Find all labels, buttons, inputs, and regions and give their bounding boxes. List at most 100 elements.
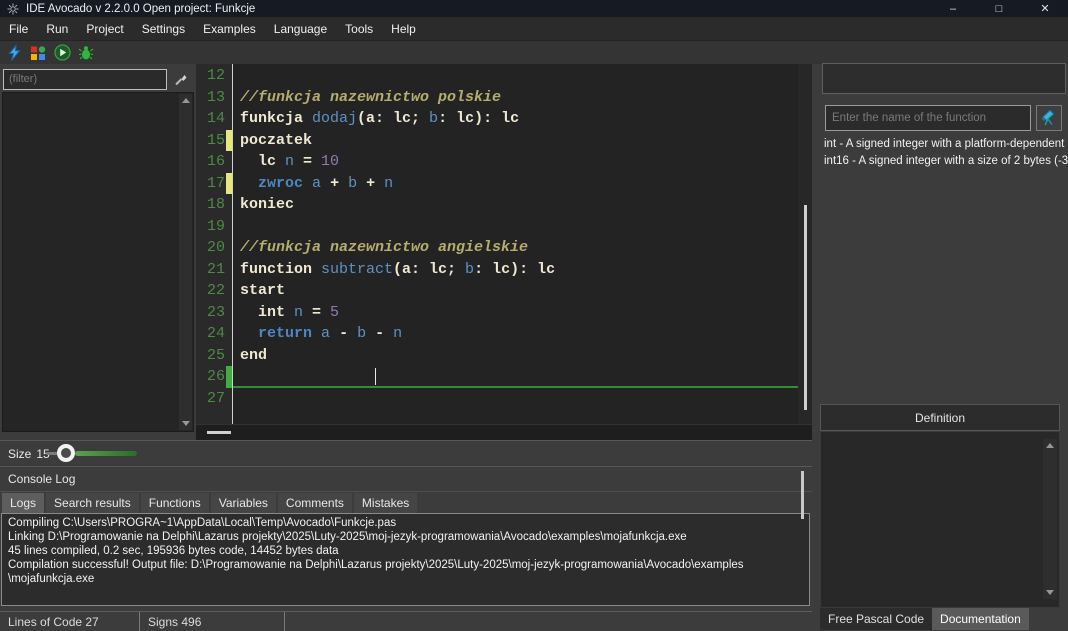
text-cursor [375,368,376,385]
clear-filter-icon[interactable] [170,68,192,90]
tab-mistakes[interactable]: Mistakes [354,493,417,513]
code-text: koniec [233,194,798,216]
scrollbar-thumb[interactable] [207,431,231,434]
menu-help[interactable]: Help [382,22,425,36]
scrollbar-thumb[interactable] [804,205,807,410]
gutter-marker-space [226,280,232,302]
telescope-icon [1040,109,1058,127]
definition-header: Definition [820,404,1060,431]
menu-tools[interactable]: Tools [336,22,382,36]
gutter-marker-space [226,237,232,259]
type-list-item[interactable]: int - A signed integer with a platform-d… [822,136,1068,153]
code-line-27[interactable]: 27 [196,388,798,410]
code-text [233,216,798,238]
tab-logs[interactable]: Logs [2,493,44,513]
code-text: lc n = 10 [233,151,798,173]
code-text: zwroc a + b + n [233,173,798,195]
current-line-marker [226,366,232,388]
gutter-marker-space [226,345,232,367]
gutter-marker-space [226,388,232,410]
slider-thumb[interactable] [57,444,75,462]
code-line-19[interactable]: 19 [196,216,798,238]
filter-input[interactable] [3,69,167,90]
scroll-up-icon[interactable] [1046,443,1054,448]
code-line-24[interactable]: 24 return a - b - n [196,323,798,345]
menu-examples[interactable]: Examples [194,22,265,36]
minimize-button[interactable]: – [930,0,976,17]
code-text [233,65,798,87]
line-number: 16 [196,151,226,173]
documentation-scrollbar[interactable] [1043,439,1057,599]
editor-horizontal-scrollbar[interactable] [196,424,812,440]
menu-project[interactable]: Project [77,22,132,36]
console-log-output[interactable]: Compiling C:\Users\PROGRA~1\AppData\Loca… [1,513,810,606]
type-list: int - A signed integer with a platform-d… [822,136,1068,402]
code-line-17[interactable]: 17 zwroc a + b + n [196,173,798,195]
code-line-14[interactable]: 14 funkcja dodaj(a: lc; b: lc): lc [196,108,798,130]
code-editor[interactable]: 1213//funkcja nazewnictwo polskie14 funkc… [196,64,812,440]
line-number: 18 [196,194,226,216]
font-size-slider[interactable] [46,441,141,466]
status-item: Signs 496 [140,612,285,631]
editor-vertical-scrollbar[interactable] [798,64,812,424]
toolbar [0,41,1068,64]
symbol-tree[interactable] [2,92,194,432]
log-line: Linking D:\Programowanie na Delphi\Lazar… [8,530,803,544]
scroll-down-icon[interactable] [182,421,190,426]
tree-scrollbar[interactable] [179,94,192,430]
log-line: Compiling C:\Users\PROGRA~1\AppData\Loca… [8,516,803,530]
gutter-marker-space [226,216,232,238]
window-controls: –□✕ [930,0,1068,17]
code-line-18[interactable]: 18 koniec [196,194,798,216]
maximize-button[interactable]: □ [976,0,1022,17]
tab-search-results[interactable]: Search results [46,493,139,513]
code-text: //funkcja nazewnictwo polskie [233,87,798,109]
tab-comments[interactable]: Comments [278,493,352,513]
type-list-item[interactable]: int16 - A signed integer with a size of … [822,153,1068,170]
gutter-marker-space [226,194,232,216]
code-line-21[interactable]: 21function subtract(a: lc; b: lc): lc [196,259,798,281]
code-line-13[interactable]: 13//funkcja nazewnictwo polskie [196,87,798,109]
menu-file[interactable]: File [0,22,37,36]
tab-documentation[interactable]: Documentation [932,608,1029,630]
code-line-20[interactable]: 20//funkcja nazewnictwo angielskie [196,237,798,259]
compile-icon[interactable] [5,44,23,62]
menu-language[interactable]: Language [265,22,336,36]
code-line-12[interactable]: 12 [196,65,798,87]
scroll-up-icon[interactable] [182,98,190,103]
code-line-22[interactable]: 22start [196,280,798,302]
code-text: //funkcja nazewnictwo angielskie [233,237,798,259]
debug-icon[interactable] [77,44,95,62]
tab-variables[interactable]: Variables [211,493,276,513]
line-number: 26 [196,366,226,388]
line-number: 19 [196,216,226,238]
code-line-23[interactable]: 23 int n = 5 [196,302,798,324]
gutter-marker-space [226,151,232,173]
close-button[interactable]: ✕ [1022,0,1068,17]
slider-fill [75,451,137,456]
size-label: Size [8,447,31,461]
code-line-26[interactable]: 26 [196,366,798,388]
app-icon [7,3,19,15]
code-line-15[interactable]: 15poczatek [196,130,798,152]
code-text: return a - b - n [233,323,798,345]
open-project-icon[interactable] [29,44,47,62]
documentation-tabs: Free Pascal CodeDocumentation [820,608,1068,630]
line-number: 14 [196,108,226,130]
scroll-down-icon[interactable] [1046,590,1054,595]
tab-functions[interactable]: Functions [141,493,209,513]
tab-free-pascal-code[interactable]: Free Pascal Code [820,608,932,630]
code-line-16[interactable]: 16 lc n = 10 [196,151,798,173]
line-number: 25 [196,345,226,367]
menu-run[interactable]: Run [37,22,77,36]
code-text: funkcja dodaj(a: lc; b: lc): lc [233,108,798,130]
run-icon[interactable] [53,44,71,62]
bottom-section: Size 15 Console Log LogsSearch resultsFu… [0,440,812,631]
code-line-25[interactable]: 25end [196,345,798,367]
function-search-button[interactable] [1036,105,1062,131]
line-number: 21 [196,259,226,281]
function-search-input[interactable] [825,105,1031,131]
log-scrollbar-thumb[interactable] [801,471,804,519]
line-number: 27 [196,388,226,410]
menu-settings[interactable]: Settings [133,22,194,36]
